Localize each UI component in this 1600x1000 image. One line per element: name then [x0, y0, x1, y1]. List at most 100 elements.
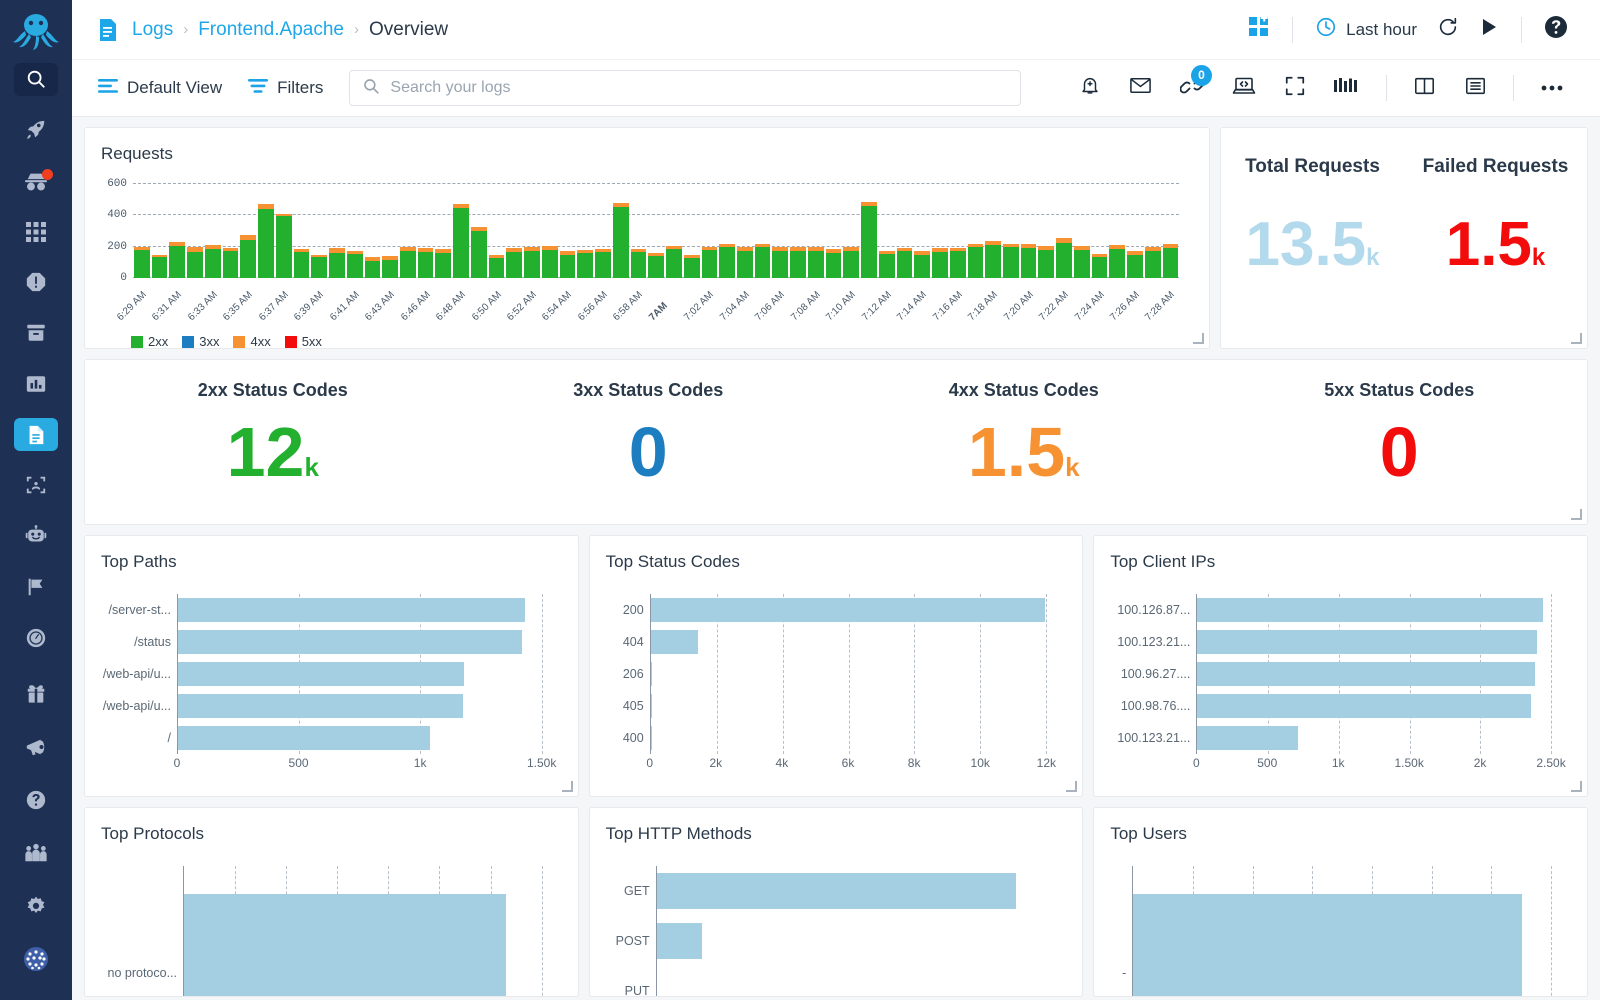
- bar-row[interactable]: [178, 722, 542, 754]
- bar-column[interactable]: [470, 184, 488, 278]
- sidebar-item-incognito[interactable]: [14, 165, 58, 198]
- sidebar-item-help[interactable]: [14, 778, 58, 822]
- bar-row[interactable]: [178, 658, 542, 690]
- bar-row[interactable]: [1197, 722, 1551, 754]
- resize-handle[interactable]: [1571, 781, 1583, 793]
- bar-column[interactable]: [168, 184, 186, 278]
- bar-column[interactable]: [1162, 184, 1180, 278]
- filters-button[interactable]: Filters: [248, 77, 323, 100]
- bar-column[interactable]: [984, 184, 1002, 278]
- bar-column[interactable]: [151, 184, 169, 278]
- bar-row[interactable]: [657, 966, 1047, 996]
- bar-row[interactable]: [650, 594, 1047, 626]
- sidebar-item-settings[interactable]: [14, 884, 58, 928]
- laptop-code-button[interactable]: [1218, 75, 1270, 102]
- legend-item-2xx[interactable]: 2xx: [131, 334, 168, 349]
- sidebar-item-explore[interactable]: [14, 114, 58, 147]
- sidebar-item-search[interactable]: [14, 63, 58, 96]
- bar-row[interactable]: [650, 658, 1047, 690]
- list-view-button[interactable]: [1450, 75, 1501, 102]
- search-input[interactable]: [390, 79, 1009, 97]
- bar-column[interactable]: [1055, 184, 1073, 278]
- octopus-logo[interactable]: [0, 8, 72, 54]
- play-button[interactable]: [1469, 17, 1509, 42]
- bar-column[interactable]: [1126, 184, 1144, 278]
- bar-column[interactable]: [860, 184, 878, 278]
- bar-column[interactable]: [505, 184, 523, 278]
- bar-column[interactable]: [1037, 184, 1055, 278]
- bar-column[interactable]: [452, 184, 470, 278]
- bar-column[interactable]: [399, 184, 417, 278]
- more-options-button[interactable]: [1526, 79, 1578, 97]
- bar-column[interactable]: [257, 184, 275, 278]
- bar-column[interactable]: [630, 184, 648, 278]
- bar-column[interactable]: [488, 184, 506, 278]
- bar-column[interactable]: [683, 184, 701, 278]
- bar-column[interactable]: [417, 184, 435, 278]
- bar-row[interactable]: [650, 626, 1047, 658]
- share-link-button[interactable]: 0: [1166, 64, 1218, 103]
- bar-column[interactable]: [1144, 184, 1162, 278]
- bar-column[interactable]: [1002, 184, 1020, 278]
- bar-column[interactable]: [612, 184, 630, 278]
- legend-item-3xx[interactable]: 3xx: [182, 334, 219, 349]
- sidebar-item-archive[interactable]: [14, 317, 58, 350]
- bar-column[interactable]: [967, 184, 985, 278]
- bar-column[interactable]: [559, 184, 577, 278]
- bar-column[interactable]: [381, 184, 399, 278]
- bar-column[interactable]: [842, 184, 860, 278]
- bar-column[interactable]: [434, 184, 452, 278]
- sidebar-item-team[interactable]: [14, 831, 58, 875]
- bar-column[interactable]: [222, 184, 240, 278]
- bar-row[interactable]: [656, 866, 1047, 916]
- bar-row[interactable]: [178, 690, 542, 722]
- bar-column[interactable]: [647, 184, 665, 278]
- fullscreen-button[interactable]: [1270, 75, 1320, 102]
- resize-handle[interactable]: [561, 781, 574, 793]
- bar-row[interactable]: [1197, 690, 1551, 722]
- bar-column[interactable]: [896, 184, 914, 278]
- sidebar-item-announcements[interactable]: [14, 725, 58, 769]
- resize-handle[interactable]: [1571, 509, 1583, 521]
- bar-column[interactable]: [825, 184, 843, 278]
- bar-column[interactable]: [878, 184, 896, 278]
- resize-handle[interactable]: [1066, 781, 1078, 793]
- alert-bell-add-button[interactable]: [1065, 75, 1115, 102]
- sidebar-item-gifts[interactable]: [14, 672, 58, 716]
- sidebar-item-alerts[interactable]: [14, 266, 58, 299]
- sidebar-item-anomaly[interactable]: [14, 469, 58, 502]
- search-box[interactable]: [349, 70, 1022, 106]
- bar-column[interactable]: [1073, 184, 1091, 278]
- bar-row[interactable]: [650, 722, 1047, 754]
- bar-column[interactable]: [1108, 184, 1126, 278]
- bar-column[interactable]: [204, 184, 222, 278]
- resize-handle[interactable]: [1193, 333, 1205, 345]
- sidebar-item-flags[interactable]: [14, 570, 58, 603]
- bar[interactable]: [1133, 894, 1523, 996]
- add-widget-button[interactable]: [1238, 14, 1280, 43]
- breadcrumb-logs[interactable]: Logs: [132, 19, 173, 41]
- bar-column[interactable]: [541, 184, 559, 278]
- legend-item-4xx[interactable]: 4xx: [233, 334, 271, 349]
- mail-button[interactable]: [1115, 74, 1166, 102]
- bar[interactable]: [184, 894, 506, 996]
- split-columns-button[interactable]: [1399, 75, 1450, 102]
- bar-column[interactable]: [576, 184, 594, 278]
- bar-column[interactable]: [701, 184, 719, 278]
- sidebar-item-bots[interactable]: [14, 520, 58, 553]
- bar-column[interactable]: [913, 184, 931, 278]
- bar-column[interactable]: [736, 184, 754, 278]
- bar-row[interactable]: [1197, 594, 1551, 626]
- bar-row[interactable]: [178, 626, 542, 658]
- bar-column[interactable]: [594, 184, 612, 278]
- bar-column[interactable]: [186, 184, 204, 278]
- bar-row[interactable]: [1197, 658, 1551, 690]
- bar-row[interactable]: [1197, 626, 1551, 658]
- bar-column[interactable]: [239, 184, 257, 278]
- refresh-button[interactable]: [1427, 16, 1469, 43]
- resize-handle[interactable]: [1571, 333, 1583, 345]
- bar-column[interactable]: [665, 184, 683, 278]
- bar-column[interactable]: [1020, 184, 1038, 278]
- bar-column[interactable]: [949, 184, 967, 278]
- bar-column[interactable]: [931, 184, 949, 278]
